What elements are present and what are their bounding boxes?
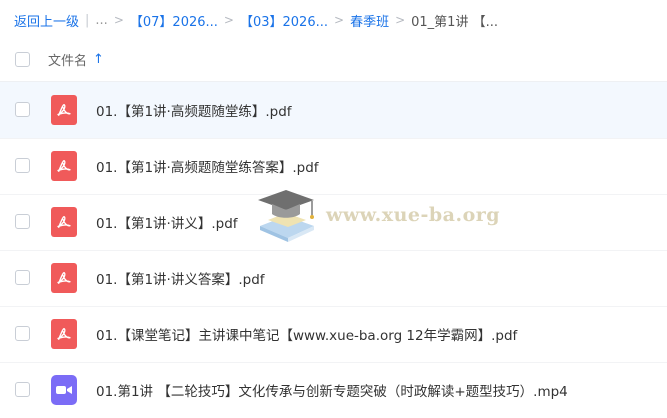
filename-column-header[interactable]: 文件名 ↑ bbox=[48, 50, 104, 69]
file-row[interactable]: 01.【课堂笔记】主讲课中笔记【www.xue-ba.org 12年学霸网】.p… bbox=[0, 306, 667, 363]
pdf-file-icon bbox=[51, 95, 77, 125]
file-row[interactable]: 01.【第1讲·讲义】.pdf bbox=[0, 194, 667, 251]
chevron-right-icon: > bbox=[395, 13, 406, 27]
video-file-icon bbox=[51, 375, 77, 405]
chevron-right-icon: > bbox=[113, 13, 124, 27]
breadcrumb: 返回上一级 | ... > 【07】2026... > 【03】2026... … bbox=[14, 10, 498, 30]
pdf-file-icon bbox=[51, 319, 77, 349]
row-checkbox[interactable] bbox=[15, 326, 30, 341]
breadcrumb-current: 01_第1讲 【... bbox=[411, 14, 498, 30]
file-row[interactable]: 01.【第1讲·高频题随堂练答案】.pdf bbox=[0, 138, 667, 195]
breadcrumb-ellipsis[interactable]: ... bbox=[95, 13, 107, 28]
filename-column-label: 文件名 bbox=[48, 54, 88, 69]
row-checkbox[interactable] bbox=[15, 102, 30, 117]
file-row[interactable]: 01.【第1讲·高频题随堂练】.pdf bbox=[0, 82, 667, 139]
file-row[interactable]: 01.【第1讲·讲义答案】.pdf bbox=[0, 250, 667, 307]
pdf-file-icon bbox=[51, 151, 77, 181]
row-checkbox[interactable] bbox=[15, 382, 30, 397]
select-all-checkbox[interactable] bbox=[15, 52, 30, 67]
file-name[interactable]: 01.【第1讲·高频题随堂练】.pdf bbox=[96, 100, 292, 120]
row-checkbox[interactable] bbox=[15, 214, 30, 229]
file-name[interactable]: 01.第1讲 【二轮技巧】文化传承与创新专题突破（时政解读+题型技巧）.mp4 bbox=[96, 380, 568, 400]
row-checkbox[interactable] bbox=[15, 270, 30, 285]
file-list-header: 文件名 ↑ bbox=[0, 38, 667, 82]
breadcrumb-item-07[interactable]: 【07】2026... bbox=[130, 11, 218, 30]
file-name[interactable]: 01.【第1讲·讲义答案】.pdf bbox=[96, 268, 265, 288]
file-name[interactable]: 01.【第1讲·讲义】.pdf bbox=[96, 212, 238, 232]
chevron-right-icon: > bbox=[223, 13, 234, 27]
breadcrumb-divider: | bbox=[85, 12, 90, 28]
row-checkbox[interactable] bbox=[15, 158, 30, 173]
file-name[interactable]: 01.【课堂笔记】主讲课中笔记【www.xue-ba.org 12年学霸网】.p… bbox=[96, 324, 517, 344]
pdf-file-icon bbox=[51, 207, 77, 237]
breadcrumb-item-03[interactable]: 【03】2026... bbox=[240, 11, 328, 30]
back-link[interactable]: 返回上一级 bbox=[14, 11, 79, 30]
chevron-right-icon: > bbox=[334, 13, 345, 27]
file-name[interactable]: 01.【第1讲·高频题随堂练答案】.pdf bbox=[96, 156, 319, 176]
sort-ascending-icon[interactable]: ↑ bbox=[93, 52, 104, 67]
pdf-file-icon bbox=[51, 263, 77, 293]
breadcrumb-item-spring[interactable]: 春季班 bbox=[350, 11, 389, 30]
